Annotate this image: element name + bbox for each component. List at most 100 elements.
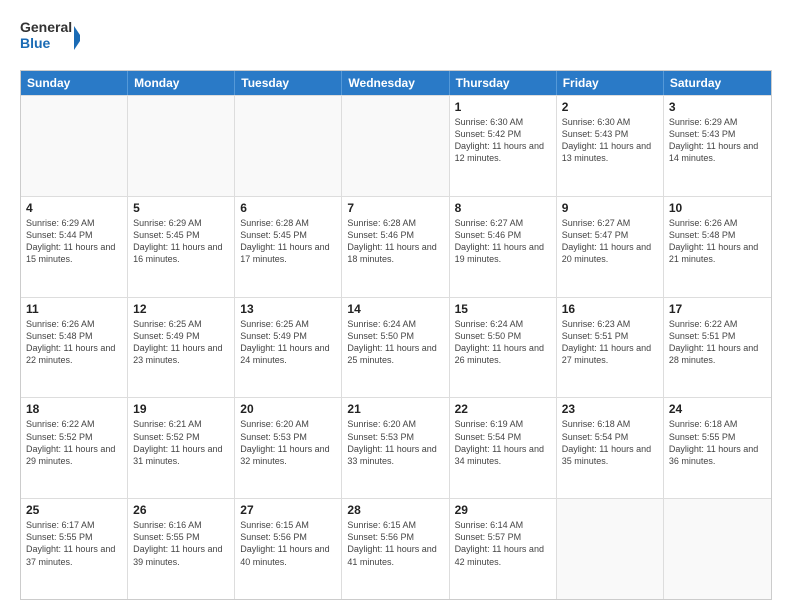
calendar-cell-0-1	[128, 96, 235, 196]
day-number: 20	[240, 402, 336, 416]
cell-info: Sunrise: 6:28 AM Sunset: 5:46 PM Dayligh…	[347, 217, 443, 266]
calendar-row-1: 4 Sunrise: 6:29 AM Sunset: 5:44 PM Daylig…	[21, 196, 771, 297]
calendar-cell-0-0	[21, 96, 128, 196]
calendar-row-3: 18Sunrise: 6:22 AM Sunset: 5:52 PM Dayli…	[21, 397, 771, 498]
cell-info: Sunrise: 6:30 AM Sunset: 5:42 PM Dayligh…	[455, 116, 551, 165]
cell-info: Sunrise: 6:24 AM Sunset: 5:50 PM Dayligh…	[455, 318, 551, 367]
day-number: 14	[347, 302, 443, 316]
calendar-cell-4-5	[557, 499, 664, 599]
day-number: 26	[133, 503, 229, 517]
header-day-thursday: Thursday	[450, 71, 557, 95]
day-number: 16	[562, 302, 658, 316]
calendar-cell-0-4: 1 Sunrise: 6:30 AM Sunset: 5:42 PM Daylig…	[450, 96, 557, 196]
calendar-cell-2-0: 11 Sunrise: 6:26 AM Sunset: 5:48 PM Dayli…	[21, 298, 128, 398]
svg-text:General: General	[20, 19, 72, 35]
day-number: 6	[240, 201, 336, 215]
cell-info: Sunrise: 6:27 AM Sunset: 5:46 PM Dayligh…	[455, 217, 551, 266]
calendar-cell-2-2: 13Sunrise: 6:25 AM Sunset: 5:49 PM Dayli…	[235, 298, 342, 398]
calendar-header-row: SundayMondayTuesdayWednesdayThursdayFrid…	[21, 71, 771, 95]
day-number: 7	[347, 201, 443, 215]
day-number: 9	[562, 201, 658, 215]
header-day-monday: Monday	[128, 71, 235, 95]
cell-info: Sunrise: 6:26 AM Sunset: 5:48 PM Dayligh…	[669, 217, 766, 266]
day-number: 23	[562, 402, 658, 416]
calendar-cell-4-0: 25 Sunrise: 6:17 AM Sunset: 5:55 PM Dayli…	[21, 499, 128, 599]
cell-info: Sunrise: 6:18 AM Sunset: 5:54 PM Dayligh…	[562, 418, 658, 467]
cell-info: Sunrise: 6:27 AM Sunset: 5:47 PM Dayligh…	[562, 217, 658, 266]
cell-info: Sunrise: 6:23 AM Sunset: 5:51 PM Dayligh…	[562, 318, 658, 367]
calendar-row-0: 1 Sunrise: 6:30 AM Sunset: 5:42 PM Daylig…	[21, 95, 771, 196]
cell-info: Sunrise: 6:15 AM Sunset: 5:56 PM Dayligh…	[347, 519, 443, 568]
cell-info: Sunrise: 6:24 AM Sunset: 5:50 PM Dayligh…	[347, 318, 443, 367]
calendar-cell-3-0: 18Sunrise: 6:22 AM Sunset: 5:52 PM Dayli…	[21, 398, 128, 498]
calendar-cell-0-2	[235, 96, 342, 196]
cell-info: Sunrise: 6:26 AM Sunset: 5:48 PM Dayligh…	[26, 318, 122, 367]
day-number: 1	[455, 100, 551, 114]
cell-info: Sunrise: 6:15 AM Sunset: 5:56 PM Dayligh…	[240, 519, 336, 568]
day-number: 25	[26, 503, 122, 517]
calendar-body: 1 Sunrise: 6:30 AM Sunset: 5:42 PM Daylig…	[21, 95, 771, 599]
day-number: 27	[240, 503, 336, 517]
day-number: 21	[347, 402, 443, 416]
day-number: 5	[133, 201, 229, 215]
day-number: 10	[669, 201, 766, 215]
cell-info: Sunrise: 6:16 AM Sunset: 5:55 PM Dayligh…	[133, 519, 229, 568]
day-number: 24	[669, 402, 766, 416]
calendar-cell-1-0: 4 Sunrise: 6:29 AM Sunset: 5:44 PM Daylig…	[21, 197, 128, 297]
calendar-row-4: 25 Sunrise: 6:17 AM Sunset: 5:55 PM Dayli…	[21, 498, 771, 599]
day-number: 4	[26, 201, 122, 215]
calendar-row-2: 11 Sunrise: 6:26 AM Sunset: 5:48 PM Dayli…	[21, 297, 771, 398]
cell-info: Sunrise: 6:28 AM Sunset: 5:45 PM Dayligh…	[240, 217, 336, 266]
day-number: 3	[669, 100, 766, 114]
cell-info: Sunrise: 6:19 AM Sunset: 5:54 PM Dayligh…	[455, 418, 551, 467]
day-number: 8	[455, 201, 551, 215]
calendar-cell-3-1: 19 Sunrise: 6:21 AM Sunset: 5:52 PM Dayli…	[128, 398, 235, 498]
header: General Blue	[20, 16, 772, 60]
calendar-cell-4-4: 29 Sunrise: 6:14 AM Sunset: 5:57 PM Dayli…	[450, 499, 557, 599]
logo-svg: General Blue	[20, 16, 80, 60]
day-number: 19	[133, 402, 229, 416]
day-number: 12	[133, 302, 229, 316]
day-number: 29	[455, 503, 551, 517]
calendar-cell-3-3: 21Sunrise: 6:20 AM Sunset: 5:53 PM Dayli…	[342, 398, 449, 498]
day-number: 13	[240, 302, 336, 316]
calendar-cell-3-2: 20Sunrise: 6:20 AM Sunset: 5:53 PM Dayli…	[235, 398, 342, 498]
day-number: 17	[669, 302, 766, 316]
calendar-cell-1-5: 9 Sunrise: 6:27 AM Sunset: 5:47 PM Daylig…	[557, 197, 664, 297]
day-number: 15	[455, 302, 551, 316]
cell-info: Sunrise: 6:29 AM Sunset: 5:44 PM Dayligh…	[26, 217, 122, 266]
cell-info: Sunrise: 6:18 AM Sunset: 5:55 PM Dayligh…	[669, 418, 766, 467]
calendar-cell-1-3: 7 Sunrise: 6:28 AM Sunset: 5:46 PM Daylig…	[342, 197, 449, 297]
calendar-cell-0-5: 2Sunrise: 6:30 AM Sunset: 5:43 PM Daylig…	[557, 96, 664, 196]
calendar-cell-1-4: 8 Sunrise: 6:27 AM Sunset: 5:46 PM Daylig…	[450, 197, 557, 297]
cell-info: Sunrise: 6:29 AM Sunset: 5:43 PM Dayligh…	[669, 116, 766, 165]
calendar-cell-1-1: 5 Sunrise: 6:29 AM Sunset: 5:45 PM Daylig…	[128, 197, 235, 297]
calendar-cell-3-6: 24 Sunrise: 6:18 AM Sunset: 5:55 PM Dayli…	[664, 398, 771, 498]
calendar-cell-2-1: 12 Sunrise: 6:25 AM Sunset: 5:49 PM Dayli…	[128, 298, 235, 398]
calendar-cell-4-1: 26 Sunrise: 6:16 AM Sunset: 5:55 PM Dayli…	[128, 499, 235, 599]
cell-info: Sunrise: 6:29 AM Sunset: 5:45 PM Dayligh…	[133, 217, 229, 266]
cell-info: Sunrise: 6:25 AM Sunset: 5:49 PM Dayligh…	[133, 318, 229, 367]
calendar-cell-3-4: 22 Sunrise: 6:19 AM Sunset: 5:54 PM Dayli…	[450, 398, 557, 498]
calendar-cell-2-3: 14 Sunrise: 6:24 AM Sunset: 5:50 PM Dayli…	[342, 298, 449, 398]
calendar-cell-2-6: 17Sunrise: 6:22 AM Sunset: 5:51 PM Dayli…	[664, 298, 771, 398]
cell-info: Sunrise: 6:14 AM Sunset: 5:57 PM Dayligh…	[455, 519, 551, 568]
cell-info: Sunrise: 6:22 AM Sunset: 5:52 PM Dayligh…	[26, 418, 122, 467]
calendar-cell-0-6: 3 Sunrise: 6:29 AM Sunset: 5:43 PM Daylig…	[664, 96, 771, 196]
day-number: 22	[455, 402, 551, 416]
calendar-cell-4-3: 28 Sunrise: 6:15 AM Sunset: 5:56 PM Dayli…	[342, 499, 449, 599]
svg-text:Blue: Blue	[20, 35, 51, 51]
calendar-cell-4-6	[664, 499, 771, 599]
calendar: SundayMondayTuesdayWednesdayThursdayFrid…	[20, 70, 772, 600]
header-day-saturday: Saturday	[664, 71, 771, 95]
day-number: 28	[347, 503, 443, 517]
day-number: 11	[26, 302, 122, 316]
header-day-sunday: Sunday	[21, 71, 128, 95]
cell-info: Sunrise: 6:21 AM Sunset: 5:52 PM Dayligh…	[133, 418, 229, 467]
calendar-cell-2-4: 15 Sunrise: 6:24 AM Sunset: 5:50 PM Dayli…	[450, 298, 557, 398]
calendar-cell-4-2: 27 Sunrise: 6:15 AM Sunset: 5:56 PM Dayli…	[235, 499, 342, 599]
cell-info: Sunrise: 6:17 AM Sunset: 5:55 PM Dayligh…	[26, 519, 122, 568]
calendar-cell-2-5: 16 Sunrise: 6:23 AM Sunset: 5:51 PM Dayli…	[557, 298, 664, 398]
calendar-cell-1-2: 6 Sunrise: 6:28 AM Sunset: 5:45 PM Daylig…	[235, 197, 342, 297]
day-number: 2	[562, 100, 658, 114]
